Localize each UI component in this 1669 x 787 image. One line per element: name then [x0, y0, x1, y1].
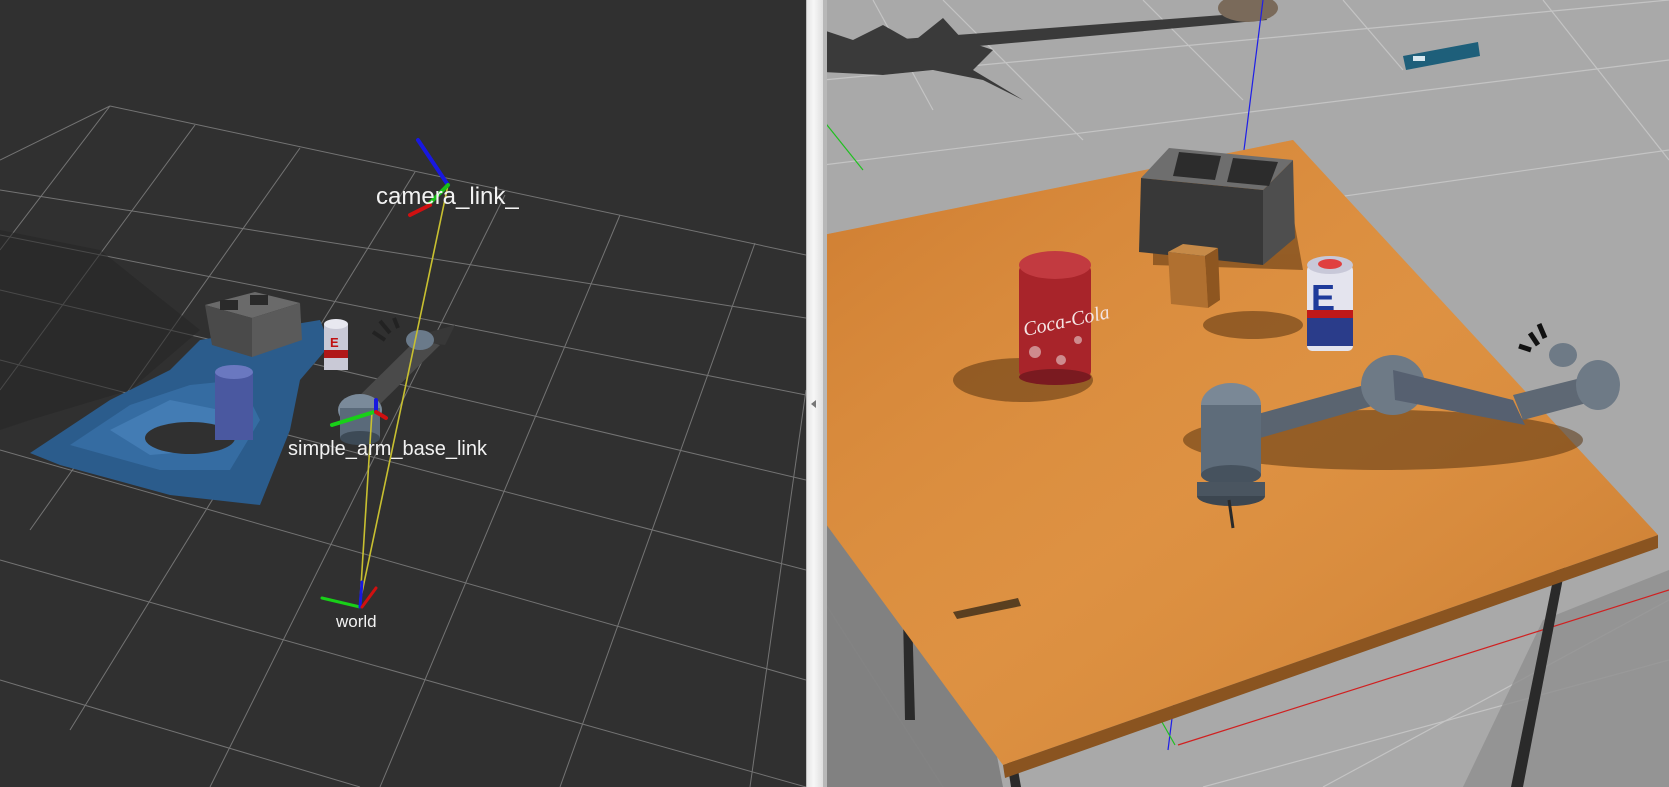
gazebo-3d-view[interactable]: Coca-Cola E — [823, 0, 1669, 787]
world-axes — [320, 580, 378, 609]
rviz-3d-view[interactable]: E camera_link_ simple_arm_base_link worl… — [0, 0, 806, 787]
splitter-collapse-arrow-icon[interactable] — [811, 400, 816, 408]
cinder-block-model — [1139, 148, 1295, 265]
wooden-cube-model — [1168, 244, 1220, 308]
arm-base-link-label: simple_arm_base_link — [288, 438, 488, 460]
gazebo-scene: Coca-Cola E — [823, 0, 1669, 787]
rviz-scene: E camera_link_ simple_arm_base_link worl… — [0, 105, 806, 787]
energy-can-model: E — [1307, 256, 1353, 351]
energy-can-letter: E — [1311, 277, 1335, 318]
svg-text:E: E — [330, 335, 339, 350]
camera-link-label: camera_link_ — [376, 183, 519, 210]
world-label: world — [335, 612, 377, 631]
branch-shadow — [823, 12, 1267, 100]
